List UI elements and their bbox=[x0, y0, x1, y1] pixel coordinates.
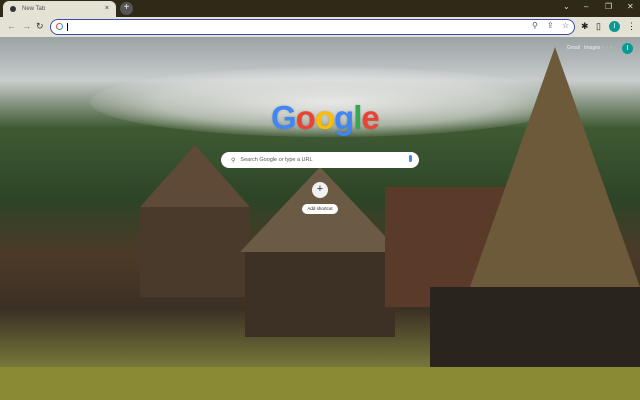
logo-letter: o bbox=[314, 99, 335, 136]
add-shortcut-button[interactable]: + bbox=[312, 182, 328, 198]
tab-new-tab[interactable]: New Tab × bbox=[3, 1, 116, 17]
search-icon: ⚲ bbox=[231, 157, 236, 164]
logo-letter: o bbox=[295, 99, 316, 136]
microphone-icon[interactable] bbox=[409, 155, 412, 162]
side-panel-icon[interactable]: ▯ bbox=[596, 21, 601, 32]
extensions-icon[interactable]: ✱ bbox=[581, 21, 589, 32]
tab-search-button[interactable]: ⌄ bbox=[563, 2, 570, 11]
restore-button[interactable]: ❐ bbox=[605, 2, 612, 11]
ntp-profile-avatar[interactable]: I bbox=[622, 43, 633, 54]
background-house bbox=[245, 247, 395, 337]
new-tab-page: Gmail Images ⋮⋮⋮ I Google ⚲ Search Googl… bbox=[0, 37, 640, 400]
apps-icon[interactable]: ⋮⋮⋮ bbox=[601, 45, 613, 50]
logo-letter: G bbox=[271, 99, 297, 136]
profile-avatar[interactable]: I bbox=[609, 21, 620, 32]
reload-button[interactable]: ↻ bbox=[36, 21, 44, 32]
google-logo: Google bbox=[271, 99, 380, 137]
google-icon bbox=[56, 23, 63, 30]
text-cursor bbox=[67, 23, 68, 31]
add-shortcut-label[interactable]: Add shortcut bbox=[302, 204, 338, 214]
background-house bbox=[140, 207, 250, 297]
gmail-link[interactable]: Gmail bbox=[567, 45, 580, 51]
toolbar: ← → ↻ ⚲ ⇪ ☆ ✱ ▯ I ⋮ bbox=[0, 17, 640, 37]
close-window-button[interactable]: ✕ bbox=[627, 2, 634, 11]
address-bar[interactable]: ⚲ ⇪ ☆ bbox=[50, 19, 575, 35]
tab-close-button[interactable]: × bbox=[105, 5, 109, 12]
chrome-tab-icon bbox=[10, 6, 16, 12]
share-icon[interactable]: ⇪ bbox=[547, 21, 554, 30]
images-link[interactable]: Images bbox=[584, 45, 600, 51]
forward-button[interactable]: → bbox=[22, 21, 31, 31]
back-button[interactable]: ← bbox=[7, 21, 16, 31]
search-box[interactable]: ⚲ Search Google or type a URL bbox=[221, 152, 419, 168]
background-grass bbox=[0, 367, 640, 400]
title-bar: New Tab × + ⌄ – ❐ ✕ bbox=[0, 0, 640, 17]
star-icon[interactable]: ☆ bbox=[562, 21, 569, 30]
zoom-icon[interactable]: ⚲ bbox=[532, 21, 538, 30]
logo-letter: e bbox=[361, 99, 379, 136]
logo-letter: g bbox=[334, 99, 354, 136]
search-input[interactable]: Search Google or type a URL bbox=[240, 157, 312, 163]
tab-title: New Tab bbox=[22, 6, 46, 12]
new-tab-button[interactable]: + bbox=[120, 2, 133, 15]
minimize-button[interactable]: – bbox=[584, 2, 588, 11]
menu-icon[interactable]: ⋮ bbox=[627, 21, 636, 32]
